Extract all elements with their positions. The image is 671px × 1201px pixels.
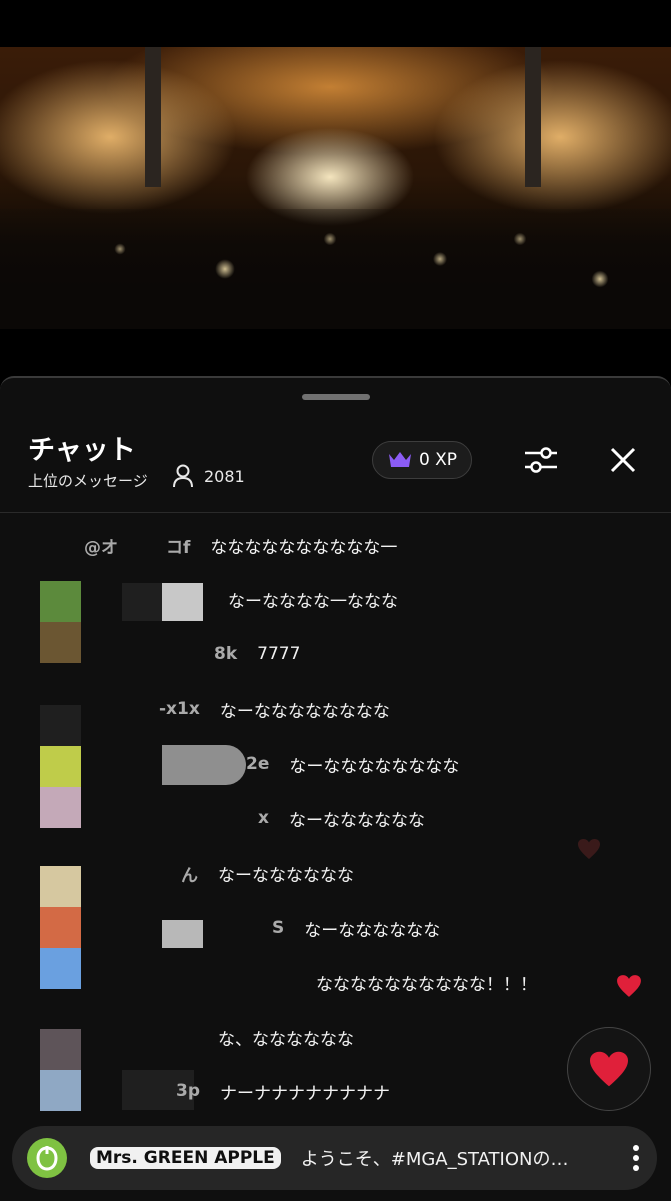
pinned-message[interactable]: Mrs. GREEN APPLE ようこそ、#MGA_STATIONの配信へ [12,1126,657,1190]
message-text: なーなななななな [218,865,354,886]
chat-message[interactable]: -x1x なーなななななななな [159,695,390,723]
redacted-name [162,583,203,621]
chat-mode-label[interactable]: 上位のメッセージ [28,470,148,491]
message-author[interactable]: -x1x [159,699,200,719]
message-author[interactable]: 3p [176,1081,200,1101]
crowd [0,209,671,329]
chat-message[interactable]: 8k 7777 [214,640,300,668]
filter-button[interactable] [519,438,563,482]
chat-message[interactable]: @オ コf なななななななななな一 [84,531,397,559]
chat-title: チャット [28,435,136,466]
avatar[interactable] [40,705,81,746]
drag-handle[interactable] [302,394,370,400]
chat-message[interactable]: な、なななななな [218,1023,354,1051]
message-text: なななななななななな一 [210,537,398,558]
floating-heart-icon [578,839,600,859]
viewer-count-value: 2081 [204,466,245,486]
channel-avatar[interactable] [27,1138,67,1178]
chat-message[interactable]: S なーなななななな [272,914,440,942]
chat-message[interactable]: なーなななな一ななな [228,585,398,613]
message-author[interactable]: S [272,918,284,938]
viewer-count: 2081 [172,464,245,488]
more-options-button[interactable] [616,1136,656,1180]
message-author[interactable]: 8k [214,644,237,664]
message-author[interactable]: x [258,808,269,828]
crown-icon [388,452,411,467]
header-divider [0,512,671,513]
video-player[interactable] [0,47,671,329]
message-text: ナーナナナナナナナナ [220,1083,390,1104]
avatar[interactable] [40,746,81,828]
chat-message[interactable]: x なーなななななな [258,804,425,832]
message-text: なーなななななななな [219,701,390,722]
stage-tower [145,47,161,187]
message-text: なーなななななななな [289,756,460,777]
more-vert-icon [633,1145,639,1171]
avatar[interactable] [40,866,81,989]
redacted-name [162,745,246,785]
message-author-suffix: コf [166,537,191,558]
message-text: なーなななな一ななな [228,591,398,612]
user-icon [173,464,193,488]
close-button[interactable] [601,438,645,482]
heart-icon [590,1051,628,1087]
redacted-name [162,920,203,948]
stage-tower [525,47,541,187]
brand-logo-icon [36,1146,58,1171]
xp-badge[interactable]: 0 XP [372,441,472,479]
message-author[interactable]: ん [181,861,198,886]
heart-reaction-button[interactable] [567,1027,651,1111]
message-author[interactable]: 2e [246,754,269,774]
avatar[interactable] [40,581,81,663]
message-author[interactable]: @オ [84,533,118,558]
chat-message[interactable]: ん なーなななななな [181,859,354,887]
close-icon [610,447,636,473]
message-text: な、なななななな [218,1029,354,1050]
message-text: なーなななななな [304,920,441,941]
channel-name-badge[interactable]: Mrs. GREEN APPLE [90,1147,281,1169]
chat-panel: チャット 上位のメッセージ 2081 0 XP @オ コf なななななななななな… [0,376,671,1201]
message-text: 7777 [257,644,301,664]
message-text: なーなななななな [288,810,425,831]
redacted-name [122,583,162,621]
xp-value: 0 XP [418,450,458,470]
avatar[interactable] [40,1029,81,1111]
floating-heart-icon [617,975,641,997]
chat-message[interactable]: 3p ナーナナナナナナナナ [176,1077,390,1105]
pinned-text: ようこそ、#MGA_STATIONの配信へ [300,1149,579,1170]
chat-message[interactable]: 2e なーなななななななな [246,750,459,778]
chat-message[interactable]: なななななななななな！！！ [316,968,537,996]
filter-icon [525,447,557,473]
message-text: なななななななななな！！！ [316,974,537,995]
